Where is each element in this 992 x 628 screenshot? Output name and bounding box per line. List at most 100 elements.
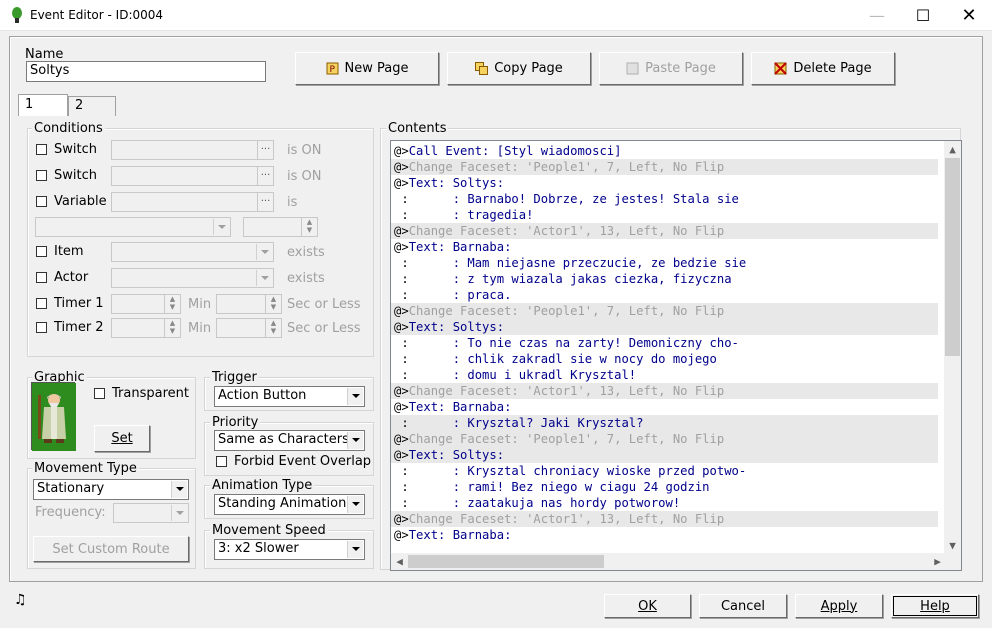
- new-page-button[interactable]: P New Page: [295, 52, 439, 85]
- set-graphic-button[interactable]: Set: [94, 425, 150, 452]
- spin-arrows-icon[interactable]: ▲ ▼: [164, 295, 180, 313]
- animation-type-select[interactable]: Standing Animation: [214, 494, 365, 515]
- scroll-down-icon[interactable]: ▼: [944, 537, 961, 554]
- priority-select[interactable]: Same as Characters: [214, 430, 365, 451]
- switch1-browse-button[interactable]: ...: [257, 141, 273, 159]
- switch2-field: ...: [111, 166, 274, 186]
- trigger-select[interactable]: Action Button: [214, 386, 365, 407]
- command-line[interactable]: : : Mam niejasne przeczucie, ze bedzie s…: [394, 255, 746, 271]
- forbid-overlap-checkbox[interactable]: [216, 456, 227, 467]
- scroll-up-icon[interactable]: ▲: [944, 141, 961, 158]
- command-prefix: @>: [394, 384, 409, 398]
- command-prefix: @>: [394, 304, 409, 318]
- command-line[interactable]: @>Text: Barnaba:: [394, 239, 511, 255]
- variable-label: Variable: [54, 194, 107, 209]
- command-line[interactable]: : : tragedia!: [394, 207, 533, 223]
- command-prefix: :: [394, 288, 409, 302]
- timer1-suffix: Sec or Less: [287, 297, 361, 312]
- command-line[interactable]: @>Change Faceset: 'People1', 7, Left, No…: [391, 431, 938, 447]
- command-prefix: @>: [394, 320, 409, 334]
- apply-button[interactable]: Apply: [795, 594, 883, 618]
- horizontal-scroll-thumb[interactable]: [408, 555, 604, 568]
- cancel-button[interactable]: Cancel: [699, 594, 787, 618]
- timer1-checkbox[interactable]: [36, 298, 47, 309]
- command-line[interactable]: : : z tym wiazala jakas ciezka, fizyczna: [394, 271, 731, 287]
- name-label: Name: [25, 47, 64, 62]
- variable-operator-select[interactable]: [35, 217, 231, 237]
- music-note-icon[interactable]: ♫: [14, 592, 27, 608]
- spin-arrows-icon[interactable]: ▲ ▼: [164, 319, 180, 337]
- command-line[interactable]: : : Barnabo! Dobrze, ze jestes! Stala si…: [394, 191, 739, 207]
- command-prefix: :: [394, 256, 409, 270]
- command-line[interactable]: @>Change Faceset: 'Actor1', 13, Left, No…: [391, 223, 938, 239]
- switch2-browse-button[interactable]: ...: [257, 167, 273, 185]
- actor-select[interactable]: [111, 268, 274, 288]
- spin-arrows-icon[interactable]: ▲ ▼: [265, 295, 281, 313]
- tab-page-1[interactable]: 1: [18, 94, 68, 116]
- command-line[interactable]: @>Text: Soltys:: [394, 175, 504, 191]
- vertical-scrollbar[interactable]: ▲ ▼: [944, 141, 961, 554]
- timer2-min-stepper[interactable]: ▲ ▼: [111, 318, 181, 338]
- name-input[interactable]: Soltys: [26, 61, 266, 82]
- item-select[interactable]: [111, 242, 274, 262]
- item-checkbox[interactable]: [36, 246, 47, 257]
- command-line[interactable]: @>Change Faceset: 'Actor1', 13, Left, No…: [391, 511, 938, 527]
- command-line[interactable]: : : rami! Bez niego w ciagu 24 godzin: [394, 479, 709, 495]
- variable-browse-button[interactable]: ...: [257, 193, 273, 211]
- spin-arrows-icon[interactable]: ▲ ▼: [265, 319, 281, 337]
- frequency-select[interactable]: [113, 503, 189, 523]
- timer1-sec-stepper[interactable]: ▲ ▼: [216, 294, 282, 314]
- paste-page-button[interactable]: Paste Page: [599, 52, 743, 85]
- copy-page-button[interactable]: Copy Page: [447, 52, 591, 85]
- command-line[interactable]: : : zaatakuja nas hordy potworow!: [394, 495, 680, 511]
- command-line[interactable]: @>Change Faceset: 'People1', 7, Left, No…: [391, 303, 938, 319]
- command-line[interactable]: : : domu i ukradl Krysztal!: [394, 367, 636, 383]
- command-line[interactable]: @>Change Faceset: 'Actor1', 13, Left, No…: [391, 383, 938, 399]
- timer1-min-stepper[interactable]: ▲ ▼: [111, 294, 181, 314]
- event-graphic[interactable]: [31, 382, 76, 451]
- delete-page-button[interactable]: Delete Page: [751, 52, 895, 85]
- command-line[interactable]: : : Krysztal? Jaki Krysztal?: [391, 415, 938, 431]
- movement-type-select[interactable]: Stationary: [33, 479, 189, 500]
- switch2-checkbox[interactable]: [36, 170, 47, 181]
- command-prefix: :: [394, 464, 409, 478]
- scroll-right-icon[interactable]: ▶: [929, 553, 946, 570]
- maximize-button[interactable]: ☐: [900, 0, 946, 31]
- ok-button[interactable]: OK: [604, 594, 691, 618]
- variable-value-stepper[interactable]: ▲ ▼: [243, 217, 318, 237]
- event-command-list[interactable]: @>Call Event: [Styl wiadomosci] @>Change …: [390, 140, 962, 571]
- command-line[interactable]: : : praca.: [394, 287, 511, 303]
- command-line[interactable]: @>Text: Barnaba:: [394, 527, 511, 543]
- command-line[interactable]: @>Call Event: [Styl wiadomosci]: [394, 143, 621, 159]
- delete-page-label: Delete Page: [793, 61, 872, 76]
- switch1-checkbox[interactable]: [36, 144, 47, 155]
- tab-page-2[interactable]: 2: [68, 96, 116, 116]
- command-text: Text: Barnaba:: [408, 400, 512, 414]
- timer2-checkbox[interactable]: [36, 322, 47, 333]
- chevron-down-icon: [347, 432, 363, 449]
- movement-speed-select[interactable]: 3: x2 Slower: [214, 539, 365, 560]
- help-button[interactable]: Help: [891, 594, 979, 618]
- command-line[interactable]: @>Text: Soltys:: [391, 447, 938, 463]
- command-line[interactable]: : : chlik zakradl sie w nocy do mojego: [394, 351, 717, 367]
- horizontal-scrollbar[interactable]: ◀ ▶: [391, 553, 961, 570]
- set-custom-route-button[interactable]: Set Custom Route: [33, 536, 189, 562]
- elder-wizard-sprite-icon: [32, 383, 76, 451]
- actor-checkbox[interactable]: [36, 272, 47, 283]
- timer2-sec-stepper[interactable]: ▲ ▼: [216, 318, 282, 338]
- animation-type-title: Animation Type: [210, 478, 315, 493]
- command-prefix: @>: [394, 512, 409, 526]
- minimize-button[interactable]: —: [854, 0, 900, 31]
- command-line[interactable]: @>Text: Soltys:: [391, 319, 938, 335]
- scroll-left-icon[interactable]: ◀: [391, 553, 408, 570]
- close-button[interactable]: ✕: [946, 0, 992, 31]
- vertical-scroll-thumb[interactable]: [945, 158, 960, 356]
- command-text: Change Faceset: 'People1', 7, Left, No F…: [408, 160, 725, 174]
- variable-checkbox[interactable]: [36, 196, 47, 207]
- command-line[interactable]: @>Change Faceset: 'People1', 7, Left, No…: [391, 159, 938, 175]
- command-line[interactable]: : : Krysztal chroniacy wioske przed potw…: [394, 463, 746, 479]
- transparent-checkbox[interactable]: [94, 388, 105, 399]
- command-line[interactable]: @>Text: Barnaba:: [394, 399, 511, 415]
- command-line[interactable]: : : To nie czas na zarty! Demoniczny cho…: [394, 335, 739, 351]
- spin-arrows-icon[interactable]: ▲ ▼: [301, 218, 317, 236]
